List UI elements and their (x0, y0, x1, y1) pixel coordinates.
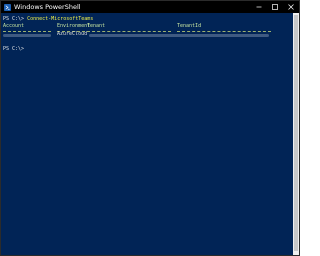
command-line: PS C:\> Connect-MicrosoftTeams (3, 16, 93, 23)
close-button[interactable] (283, 1, 299, 13)
console-output[interactable]: PS C:\> Connect-MicrosoftTeams Account E… (3, 16, 293, 254)
window-title: Windows PowerShell (14, 3, 81, 11)
header-tenantid: TenantId (177, 23, 202, 29)
maximize-icon (272, 4, 278, 10)
scrollbar-thumb[interactable] (294, 15, 298, 251)
powershell-icon (4, 3, 11, 11)
header-underline-account (3, 31, 51, 32)
redacted-tenant (89, 34, 269, 37)
close-icon (288, 4, 294, 10)
environment-value: AzureCloud (57, 31, 88, 37)
window-controls (251, 1, 299, 13)
header-environment: Environment (57, 23, 91, 29)
prompt: PS C:\> (3, 16, 25, 22)
prompt: PS C:\> (3, 46, 25, 52)
command-text: Connect-MicrosoftTeams (27, 16, 94, 22)
minimize-button[interactable] (251, 1, 267, 13)
header-tenant: Tenant (87, 23, 106, 29)
redacted-account (3, 34, 51, 37)
minimize-icon (256, 6, 262, 8)
vertical-scrollbar[interactable] (293, 13, 299, 255)
prompt-line: PS C:\> (3, 46, 24, 53)
header-underline-tenant (87, 31, 171, 32)
header-underline-tenantid (177, 31, 271, 32)
header-account: Account (3, 23, 25, 29)
maximize-button[interactable] (267, 1, 283, 13)
title-bar[interactable]: Windows PowerShell (1, 1, 299, 13)
powershell-window: Windows PowerShell PS C:\> Connect-Micro… (0, 0, 300, 256)
